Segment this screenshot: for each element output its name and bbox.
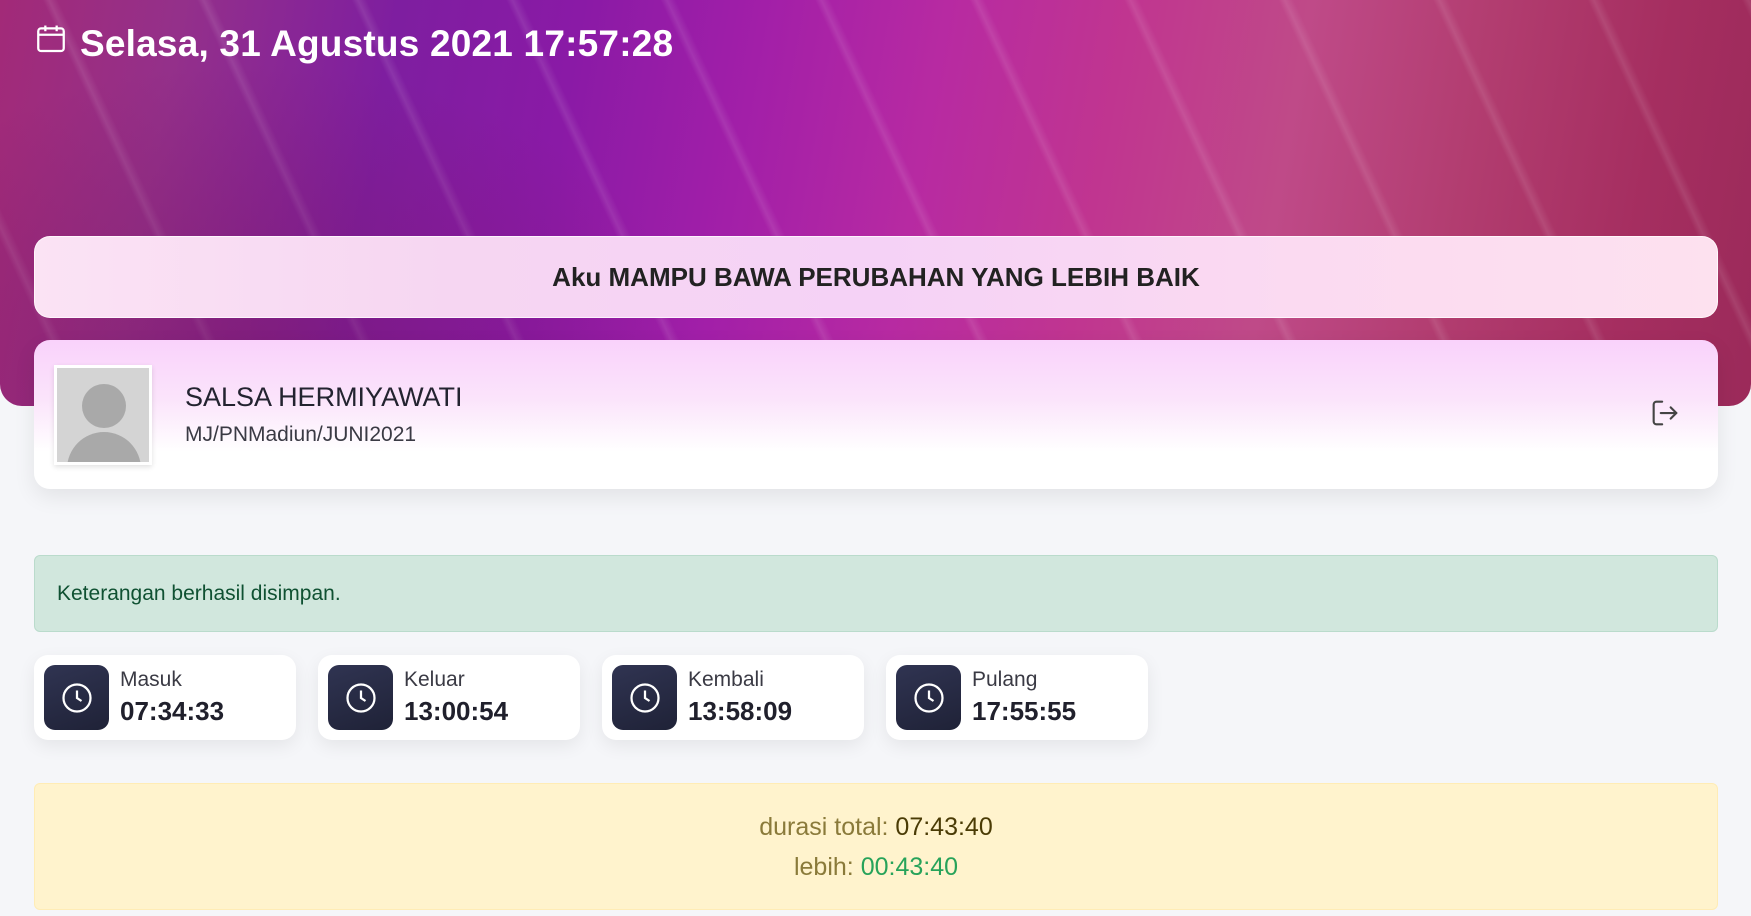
duration-summary: durasi total: 07:43:40 lebih: 00:43:40 <box>34 783 1718 910</box>
total-duration-line: durasi total: 07:43:40 <box>759 807 993 847</box>
user-placeholder-icon <box>82 383 126 428</box>
motto-banner: Aku MAMPU BAWA PERUBAHAN YANG LEBIH BAIK <box>34 236 1718 318</box>
total-duration-value: 07:43:40 <box>895 812 993 841</box>
time-label: Keluar <box>404 668 465 691</box>
attendance-times: Masuk 07:34:33 Keluar 13:00:54 Kembali 1… <box>34 655 1148 740</box>
extra-duration-line: lebih: 00:43:40 <box>794 847 958 887</box>
extra-duration-label: lebih: <box>793 852 861 881</box>
calendar-icon <box>34 22 68 65</box>
profile-info: SALSA HERMIYAWATI MJ/PNMadiun/JUNI2021 <box>185 382 463 447</box>
extra-duration-value: 00:43:40 <box>860 852 959 881</box>
date-time-text: Selasa, 31 Agustus 2021 17:57:28 <box>80 22 674 64</box>
clock-icon <box>44 665 109 730</box>
time-card-keluar: Keluar 13:00:54 <box>318 655 580 740</box>
time-card-pulang: Pulang 17:55:55 <box>886 655 1148 740</box>
success-alert-text: Keterangan berhasil disimpan. <box>57 581 341 605</box>
profile-id: MJ/PNMadiun/JUNI2021 <box>185 423 417 446</box>
avatar <box>54 364 152 465</box>
time-label: Pulang <box>972 668 1038 691</box>
total-duration-label: durasi total: <box>759 812 896 841</box>
time-value: 13:58:09 <box>688 696 793 726</box>
logout-icon[interactable] <box>1648 396 1682 430</box>
date-time-display: Selasa, 31 Agustus 2021 17:57:28 <box>34 22 673 65</box>
time-card-masuk: Masuk 07:34:33 <box>34 655 296 740</box>
profile-card: SALSA HERMIYAWATI MJ/PNMadiun/JUNI2021 <box>34 340 1718 489</box>
motto-text: Aku MAMPU BAWA PERUBAHAN YANG LEBIH BAIK <box>552 261 1200 292</box>
time-label: Kembali <box>688 668 764 691</box>
success-alert: Keterangan berhasil disimpan. <box>34 555 1718 632</box>
time-value: 07:34:33 <box>120 696 225 726</box>
profile-name: SALSA HERMIYAWATI <box>185 382 463 412</box>
time-value: 13:00:54 <box>404 696 509 726</box>
time-value: 17:55:55 <box>972 696 1077 726</box>
clock-icon <box>328 665 393 730</box>
time-card-kembali: Kembali 13:58:09 <box>602 655 864 740</box>
time-label: Masuk <box>120 668 182 691</box>
clock-icon <box>612 665 677 730</box>
clock-icon <box>896 665 961 730</box>
